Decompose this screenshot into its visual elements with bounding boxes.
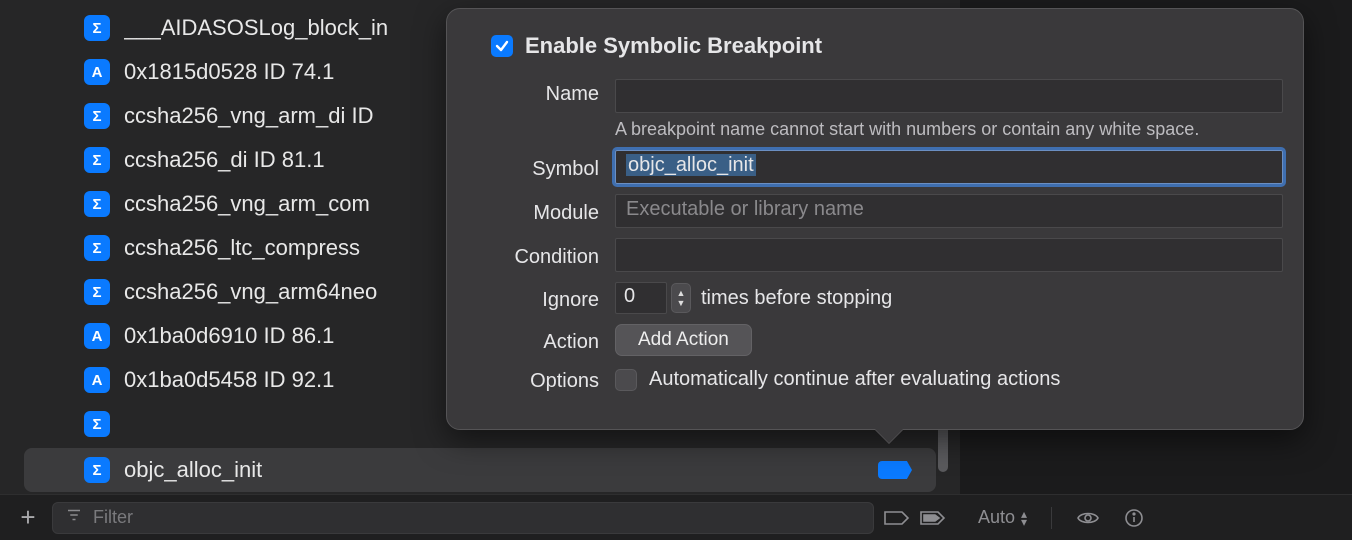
symbol-field[interactable]: objc_alloc_init [615, 150, 1283, 184]
symbol-label: Symbol [467, 154, 615, 181]
module-label: Module [467, 198, 615, 225]
add-breakpoint-button[interactable]: + [14, 504, 42, 532]
auto-continue-checkbox[interactable] [615, 369, 637, 391]
auto-continue-label: Automatically continue after evaluating … [649, 368, 1060, 391]
filter-bar: + [0, 494, 960, 540]
stepper-arrows[interactable]: ▲▼ [671, 283, 691, 313]
enabled-breakpoints-icon[interactable] [884, 510, 910, 526]
options-label: Options [467, 366, 615, 393]
sigma-icon: Σ [84, 191, 110, 217]
action-label: Action [467, 327, 615, 354]
add-action-button[interactable]: Add Action [615, 324, 752, 356]
address-icon: A [84, 323, 110, 349]
variables-view-mode-label: Auto [978, 507, 1015, 528]
condition-field[interactable] [615, 238, 1283, 272]
filter-input[interactable] [93, 507, 861, 528]
breakpoint-label: ___AIDASOSLog_block_in [124, 15, 388, 41]
sigma-icon: Σ [84, 15, 110, 41]
address-icon: A [84, 59, 110, 85]
breakpoint-label: objc_alloc_init [124, 457, 262, 483]
ignore-count-field[interactable]: 0 [615, 282, 667, 314]
breakpoint-label: ccsha256_vng_arm64neo [124, 279, 377, 305]
sigma-icon: Σ [84, 103, 110, 129]
address-icon: A [84, 367, 110, 393]
name-label: Name [467, 79, 615, 106]
filter-icon [65, 506, 83, 529]
enabled-breakpoints-badge-icon[interactable] [920, 510, 946, 526]
breakpoint-label: ccsha256_vng_arm_di ID [124, 103, 373, 129]
ignore-label: Ignore [467, 285, 615, 312]
info-icon[interactable] [1124, 508, 1144, 528]
condition-label: Condition [467, 242, 615, 269]
ignore-suffix: times before stopping [701, 287, 892, 310]
quicklook-icon[interactable] [1076, 510, 1100, 526]
module-field[interactable]: Executable or library name [615, 194, 1283, 228]
enable-breakpoint-checkbox[interactable] [491, 35, 513, 57]
updown-icon: ▴▾ [1021, 510, 1027, 526]
breakpoint-editor-popover: Enable Symbolic Breakpoint Name A breakp… [446, 8, 1304, 430]
ignore-stepper[interactable]: 0 ▲▼ [615, 282, 691, 314]
variables-view-mode-select[interactable]: Auto ▴▾ [978, 507, 1027, 528]
breakpoint-row-selected[interactable]: Σ objc_alloc_init [24, 448, 936, 492]
breakpoint-label: ccsha256_ltc_compress [124, 235, 360, 261]
sigma-icon: Σ [84, 147, 110, 173]
popover-header: Enable Symbolic Breakpoint [467, 33, 1283, 59]
breakpoint-label: ccsha256_vng_arm_com [124, 191, 370, 217]
sigma-icon: Σ [84, 235, 110, 261]
filter-right-icons [884, 510, 946, 526]
sigma-icon: Σ [84, 457, 110, 483]
name-note: A breakpoint name cannot start with numb… [615, 119, 1283, 140]
name-field[interactable] [615, 79, 1283, 113]
filter-field[interactable] [52, 502, 874, 534]
breakpoint-label: 0x1ba0d6910 ID 86.1 [124, 323, 334, 349]
breakpoint-label: 0x1ba0d5458 ID 92.1 [124, 367, 334, 393]
breakpoint-label: 0x1815d0528 ID 74.1 [124, 59, 334, 85]
sigma-icon: Σ [84, 279, 110, 305]
sigma-icon: Σ [84, 411, 110, 437]
enable-breakpoint-label: Enable Symbolic Breakpoint [525, 33, 822, 59]
divider [1051, 507, 1052, 529]
breakpoint-label: ccsha256_di ID 81.1 [124, 147, 325, 173]
debug-bar: Auto ▴▾ [960, 494, 1352, 540]
